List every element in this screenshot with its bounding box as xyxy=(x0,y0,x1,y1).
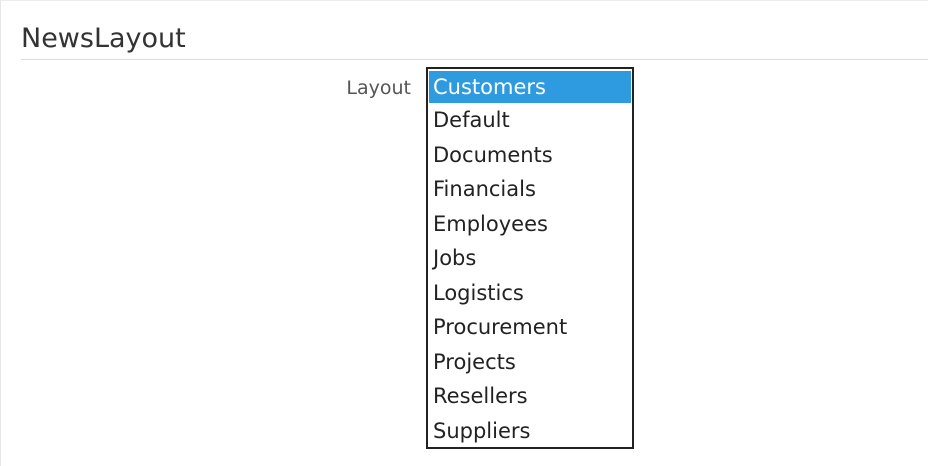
layout-option-financials[interactable]: Financials xyxy=(429,172,631,207)
layout-option-employees[interactable]: Employees xyxy=(429,207,631,242)
layout-option-documents[interactable]: Documents xyxy=(429,138,631,173)
title-divider xyxy=(21,59,928,60)
page-frame: NewsLayout Layout Customers Default Docu… xyxy=(0,0,928,466)
layout-option-procurement[interactable]: Procurement xyxy=(429,310,631,345)
layout-option-projects[interactable]: Projects xyxy=(429,345,631,380)
layout-option-suppliers[interactable]: Suppliers xyxy=(429,414,631,448)
layout-option-default[interactable]: Default xyxy=(429,103,631,138)
layout-option-logistics[interactable]: Logistics xyxy=(429,276,631,311)
layout-listbox[interactable]: Customers Default Documents Financials E… xyxy=(426,67,634,449)
layout-label: Layout xyxy=(346,77,411,99)
layout-option-jobs[interactable]: Jobs xyxy=(429,241,631,276)
section-title: NewsLayout xyxy=(21,23,186,54)
layout-option-customers[interactable]: Customers xyxy=(429,71,631,103)
layout-option-resellers[interactable]: Resellers xyxy=(429,379,631,414)
